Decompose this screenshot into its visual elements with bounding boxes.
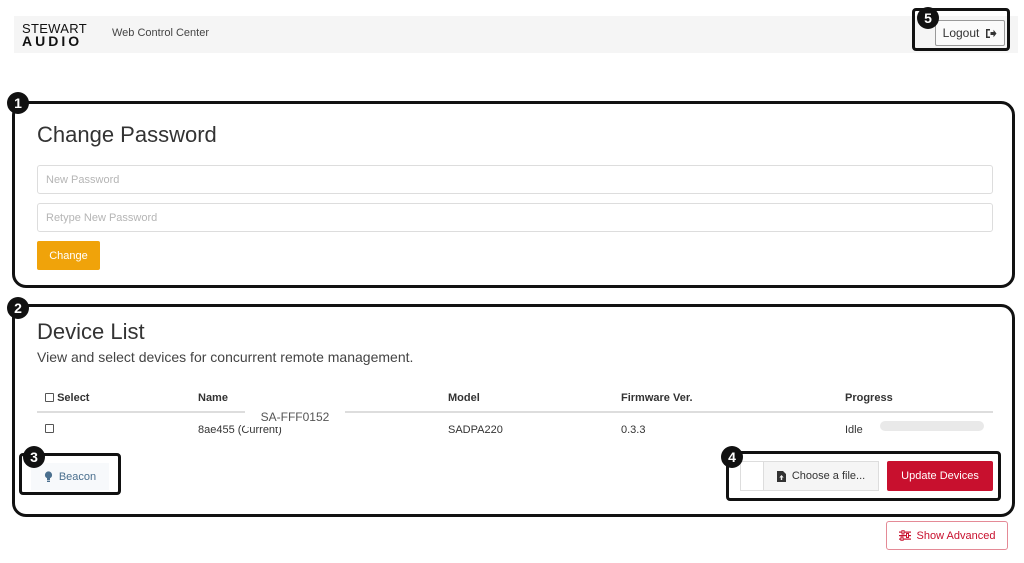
choose-file-button[interactable]: Choose a file... bbox=[763, 461, 879, 491]
beacon-label: Beacon bbox=[58, 470, 97, 483]
progress-column-header: Progress bbox=[845, 392, 893, 404]
callout-badge-2: 2 bbox=[7, 297, 29, 319]
show-advanced-label: Show Advanced bbox=[916, 529, 996, 542]
select-all-checkbox[interactable] bbox=[45, 393, 54, 402]
app-title: Web Control Center bbox=[112, 27, 210, 39]
beacon-button[interactable]: Beacon bbox=[31, 463, 109, 490]
device-model-cell: SADPA220 bbox=[448, 424, 503, 436]
table-header-divider bbox=[37, 411, 993, 413]
update-devices-button[interactable]: Update Devices bbox=[887, 461, 993, 491]
retype-password-input[interactable] bbox=[37, 203, 993, 232]
logo-bottom-text: AUDIO bbox=[22, 33, 83, 49]
device-list-title: Device List bbox=[37, 319, 145, 344]
callout-badge-4: 4 bbox=[721, 446, 743, 468]
callout-badge-3: 3 bbox=[23, 446, 45, 468]
select-all-header[interactable]: Select bbox=[45, 392, 89, 404]
logout-label: Logout bbox=[942, 26, 980, 40]
device-progress-bar bbox=[880, 421, 984, 431]
new-password-input[interactable] bbox=[37, 165, 993, 194]
firmware-column-header: Firmware Ver. bbox=[621, 392, 693, 404]
change-password-button[interactable]: Change bbox=[37, 241, 100, 270]
device-firmware-cell: 0.3.3 bbox=[621, 424, 646, 436]
change-password-title: Change Password bbox=[37, 122, 217, 147]
model-column-header: Model bbox=[448, 392, 480, 404]
show-advanced-button[interactable]: Show Advanced bbox=[886, 521, 1008, 550]
stewart-audio-logo: STEWART AUDIO bbox=[22, 20, 100, 49]
choose-file-label: Choose a file... bbox=[791, 470, 866, 482]
device-list-subtitle: View and select devices for concurrent r… bbox=[37, 349, 414, 365]
lightbulb-icon bbox=[44, 470, 53, 483]
file-name-display bbox=[740, 461, 764, 491]
callout-badge-1: 1 bbox=[7, 92, 29, 114]
file-upload-icon bbox=[776, 470, 786, 482]
logout-icon bbox=[985, 28, 997, 39]
top-bar: STEWART AUDIO Web Control Center bbox=[14, 16, 1018, 53]
row-select-checkbox[interactable] bbox=[45, 424, 54, 433]
logout-button[interactable]: Logout bbox=[935, 20, 1005, 46]
callout-badge-5: 5 bbox=[917, 7, 939, 29]
select-header-label: Select bbox=[57, 392, 90, 404]
device-tooltip: SA-FFF0152 bbox=[245, 407, 345, 427]
sliders-icon bbox=[898, 530, 911, 541]
name-column-header: Name bbox=[198, 392, 228, 404]
device-status-cell: Idle bbox=[845, 424, 863, 436]
